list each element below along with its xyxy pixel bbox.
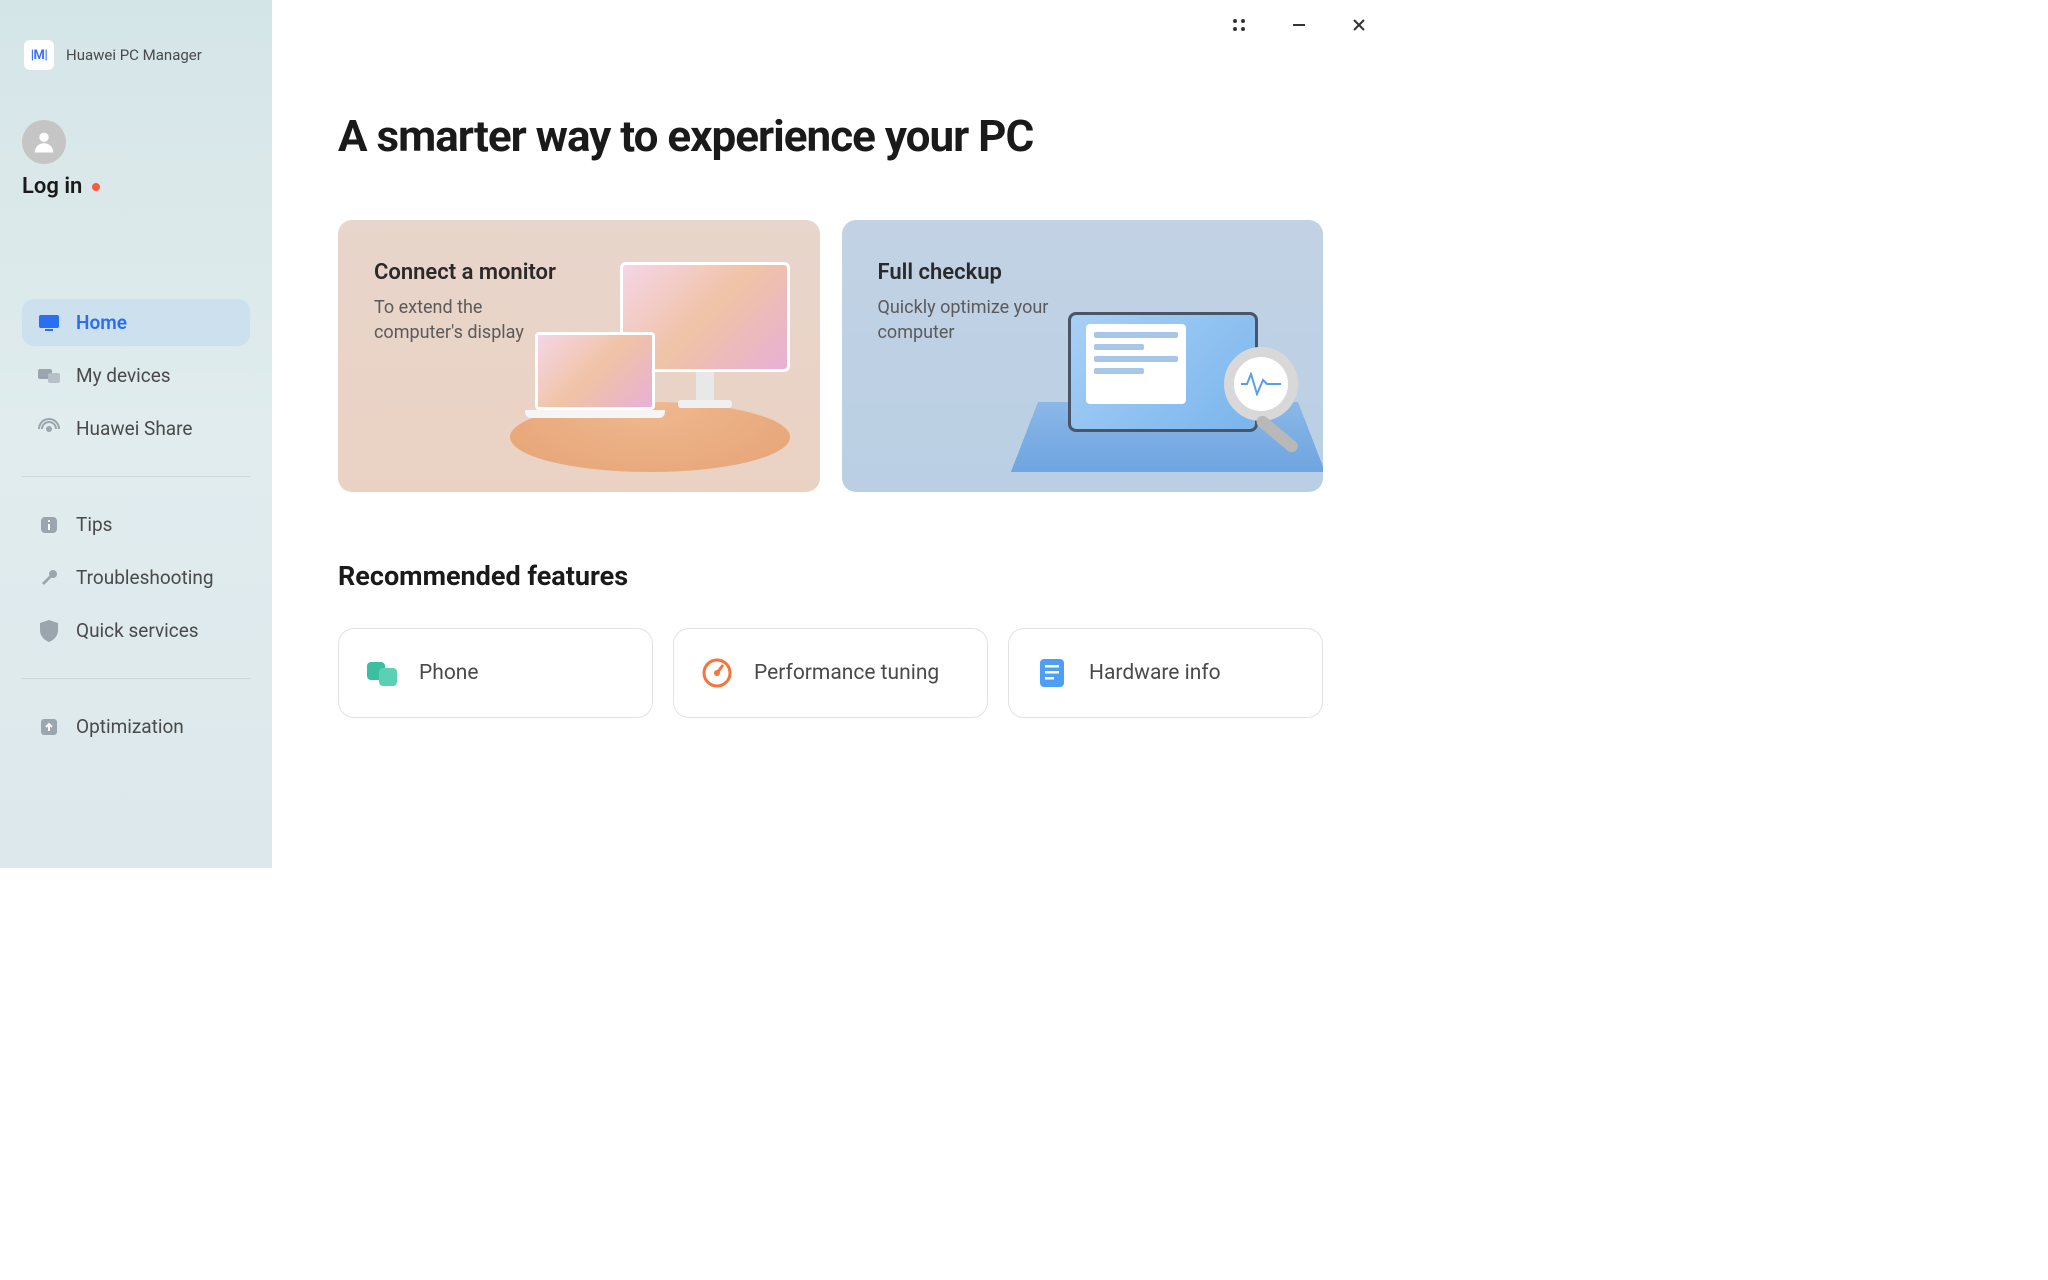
app-logo-text: |M|	[31, 48, 47, 63]
login-row[interactable]: Log in	[22, 174, 250, 199]
devices-icon	[38, 365, 60, 387]
avatar[interactable]	[22, 120, 66, 164]
card-connect-monitor[interactable]: Connect a monitor To extend the computer…	[338, 220, 820, 492]
nav-divider	[22, 678, 250, 679]
close-icon	[1351, 17, 1367, 33]
nav-label: Home	[76, 311, 127, 334]
nav-label: My devices	[76, 364, 171, 387]
gauge-icon	[700, 656, 734, 690]
recommended-title: Recommended features	[338, 560, 1323, 592]
magnifier-icon	[1224, 347, 1298, 421]
nav-label: Tips	[76, 513, 112, 536]
checkup-illustration	[1038, 262, 1298, 492]
sidebar-item-huawei-share[interactable]: Huawei Share	[22, 405, 250, 452]
grid-button[interactable]	[1224, 10, 1254, 40]
feature-phone[interactable]: Phone	[338, 628, 653, 718]
nav-label: Optimization	[76, 715, 184, 738]
wrench-icon	[38, 567, 60, 589]
sidebar-item-my-devices[interactable]: My devices	[22, 352, 250, 399]
app-header: |M| Huawei PC Manager	[0, 30, 272, 100]
feature-performance[interactable]: Performance tuning	[673, 628, 988, 718]
nav-divider	[22, 476, 250, 477]
feature-label: Phone	[419, 661, 479, 685]
sidebar-item-quick-services[interactable]: Quick services	[22, 607, 250, 654]
login-label: Log in	[22, 174, 82, 199]
feature-label: Hardware info	[1089, 661, 1221, 685]
sidebar-item-troubleshooting[interactable]: Troubleshooting	[22, 554, 250, 601]
monitor-illustration	[500, 252, 800, 472]
monitor-icon	[38, 312, 60, 334]
app-logo: |M|	[24, 40, 54, 70]
main-content: A smarter way to experience your PC Conn…	[272, 0, 1389, 868]
shield-icon	[38, 620, 60, 642]
phone-icon	[365, 656, 399, 690]
user-icon	[30, 128, 58, 156]
document-icon	[1035, 656, 1069, 690]
user-section[interactable]: Log in	[0, 100, 272, 219]
feature-label: Performance tuning	[754, 661, 939, 685]
nav-label: Troubleshooting	[76, 566, 214, 589]
feature-row: Phone Performance tuning Hardware info	[338, 628, 1323, 718]
upload-icon	[38, 716, 60, 738]
nav-main: Home My devices Huawei Share Tips Tro	[0, 219, 272, 750]
sidebar-item-optimization[interactable]: Optimization	[22, 703, 250, 750]
minimize-icon	[1291, 17, 1307, 33]
nav-label: Quick services	[76, 619, 199, 642]
feature-hardware[interactable]: Hardware info	[1008, 628, 1323, 718]
notification-dot-icon	[92, 183, 100, 191]
minimize-button[interactable]	[1284, 10, 1314, 40]
page-title: A smarter way to experience your PC	[338, 110, 1323, 162]
tips-icon	[38, 514, 60, 536]
nav-label: Huawei Share	[76, 417, 192, 440]
sidebar: |M| Huawei PC Manager Log in Home My dev…	[0, 0, 272, 868]
sidebar-item-home[interactable]: Home	[22, 299, 250, 346]
app-title: Huawei PC Manager	[66, 46, 202, 64]
hero-cards: Connect a monitor To extend the computer…	[338, 220, 1323, 492]
share-icon	[38, 418, 60, 440]
card-full-checkup[interactable]: Full checkup Quickly optimize your compu…	[842, 220, 1324, 492]
window-controls	[1224, 10, 1374, 40]
close-button[interactable]	[1344, 10, 1374, 40]
sidebar-item-tips[interactable]: Tips	[22, 501, 250, 548]
